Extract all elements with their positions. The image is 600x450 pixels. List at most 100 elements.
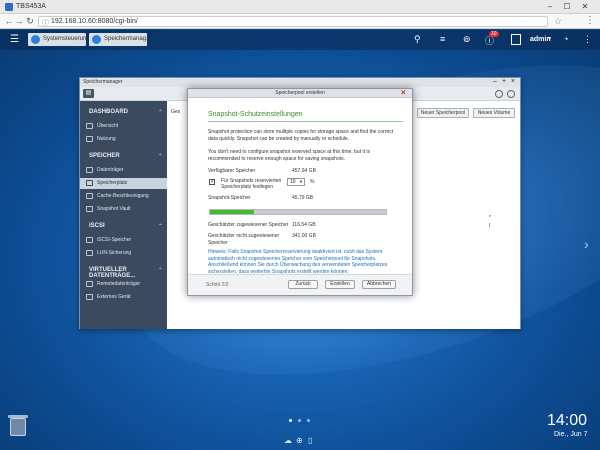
sidebar-heading-virtual-disk[interactable]: VIRTUELLER DATENTRÄGE... xyxy=(89,267,167,279)
sidebar-item-remote-disk[interactable]: Remotedatenträger xyxy=(80,279,167,290)
sidebar-item-overview[interactable]: Übersicht xyxy=(80,121,167,132)
sidebar-item-snapshot-vault[interactable]: Snapshot Vault xyxy=(80,204,167,215)
sidebar-item-label: Externes Gerät xyxy=(97,294,131,300)
more-options-icon[interactable]: ⋮ xyxy=(583,34,592,45)
dialog-title: Speicherpool erstellen xyxy=(275,90,325,96)
chevron-up-icon[interactable]: ⌃ xyxy=(158,153,163,160)
create-storage-pool-dialog: Speicherpool erstellen × Snapshot-Schutz… xyxy=(187,88,413,296)
reserve-percent-select[interactable]: 10 ▼ xyxy=(287,178,305,186)
maximize-button[interactable]: ☐ xyxy=(560,2,574,12)
estimated-allocated-label: Geschätzter zugewiesener Speicher xyxy=(208,222,289,228)
sidebar-heading-storage[interactable]: SPEICHER xyxy=(89,153,120,159)
help-icon[interactable] xyxy=(507,90,515,98)
page-indicator-dot[interactable] xyxy=(289,419,292,422)
back-arrow-icon[interactable]: ← xyxy=(4,16,14,26)
recommendation-text: You don't need to configure snapshot res… xyxy=(208,149,370,162)
sidebar-item-label: Datenträger xyxy=(97,167,124,173)
sidebar-item-label: Nutzung xyxy=(97,136,116,142)
taskbar-app-storage-manager[interactable]: Speichermanag... xyxy=(89,33,151,46)
reserve-snapshot-checkbox[interactable]: ✓ xyxy=(209,179,215,185)
snapshot-vault-icon xyxy=(86,206,93,212)
address-bar[interactable]: ⓘ 192.168.10.60:8080/cgi-bin/ xyxy=(38,16,548,27)
new-volume-button[interactable]: Neues Volume xyxy=(473,108,515,118)
estimated-allocated-value: 116.54 GB xyxy=(292,222,316,228)
browser-titlebar: TBS453A – ☐ ✕ xyxy=(0,0,600,14)
url-text[interactable]: 192.168.10.60:8080/cgi-bin/ xyxy=(51,18,138,25)
new-storage-pool-button[interactable]: Neuer Speicherpool xyxy=(417,108,469,118)
sidebar-item-lun-backup[interactable]: LUN-Sicherung xyxy=(80,248,167,259)
myqnapcloud-icon[interactable]: ⊕ xyxy=(296,436,303,445)
help-book-icon[interactable]: ▯ xyxy=(308,436,312,445)
sidebar-item-disks[interactable]: Datenträger xyxy=(80,165,167,176)
window-close-button[interactable]: ✕ xyxy=(578,2,592,12)
content-mark: I xyxy=(489,223,491,229)
chevron-up-icon[interactable]: ⌃ xyxy=(158,109,163,116)
sidebar-item-label: LUN-Sicherung xyxy=(97,250,132,256)
recycle-bin-icon[interactable] xyxy=(10,418,26,436)
sidebar-item-cache-acceleration[interactable]: Cache-Beschleunigung xyxy=(80,191,167,202)
sidebar-item-label: Cache-Beschleunigung xyxy=(97,193,149,199)
back-button[interactable]: Zurück xyxy=(288,280,318,289)
sidebar-item-external-device[interactable]: Externes Gerät xyxy=(80,292,167,303)
taskbar-app-label: Systemsteuerun... xyxy=(43,36,92,42)
external-devices-icon[interactable]: ⊚ xyxy=(463,34,471,45)
estimated-unallocated-label: Geschätzter nicht zugewiesener Speicher xyxy=(208,233,280,246)
sidebar-heading-dashboard[interactable]: DASHBOARD xyxy=(89,109,128,115)
storage-manager-sidebar: DASHBOARD ⌃ Übersicht Nutzung SPEICHER ⌃… xyxy=(80,101,167,329)
settings-icon[interactable] xyxy=(495,90,503,98)
background-tasks-icon[interactable]: ≡ xyxy=(440,34,445,44)
browser-tab-title[interactable]: TBS453A xyxy=(16,3,46,10)
window-minimize-icon[interactable]: – xyxy=(493,78,497,85)
page-indicator-dot[interactable] xyxy=(307,419,310,422)
clock-time: 14:00 xyxy=(547,412,588,429)
chevron-down-icon[interactable]: ▾ xyxy=(548,35,551,42)
window-maximize-icon[interactable]: + xyxy=(502,78,506,85)
dashboard-icon[interactable]: ◔ xyxy=(563,34,568,44)
search-icon[interactable]: ⚲ xyxy=(414,34,421,45)
minimize-button[interactable]: – xyxy=(543,2,557,12)
dialog-close-icon[interactable]: × xyxy=(401,88,406,97)
heading-divider xyxy=(208,121,403,122)
main-menu-icon[interactable]: ☰ xyxy=(10,34,19,45)
sidebar-item-usage[interactable]: Nutzung xyxy=(80,134,167,145)
sidebar-item-iscsi-storage[interactable]: iSCSI-Speicher xyxy=(80,235,167,246)
sidebar-item-label: Speicherplatz xyxy=(97,180,128,186)
sidebar-heading-iscsi[interactable]: iSCSI xyxy=(89,223,105,229)
user-icon[interactable] xyxy=(511,34,521,45)
dialog-footer: Schritt 2/2 Zurück Erstellen Abbrechen xyxy=(188,274,412,295)
toggle-sidebar-icon[interactable]: ▤ xyxy=(83,89,94,98)
reload-icon[interactable]: ↻ xyxy=(25,16,35,26)
create-button[interactable]: Erstellen xyxy=(325,280,355,289)
percent-unit: % xyxy=(310,179,315,185)
bookmark-star-icon[interactable]: ☆ xyxy=(554,16,562,27)
dialog-titlebar: Speicherpool erstellen × xyxy=(188,88,412,98)
chevron-up-icon[interactable]: ⌃ xyxy=(158,223,163,230)
cloud-icon[interactable]: ☁ xyxy=(284,436,292,445)
content-label: Ges xyxy=(171,109,181,115)
browser-menu-icon[interactable]: ⋮ xyxy=(585,15,595,26)
section-heading: Snapshot-Schutzeinstellungen xyxy=(208,111,303,118)
disk-icon xyxy=(86,167,93,173)
storage-manager-icon xyxy=(92,35,101,44)
browser-toolbar: ← → ↻ ⓘ 192.168.10.60:8080/cgi-bin/ ☆ ⋮ xyxy=(0,14,600,29)
page-info-icon[interactable]: ⓘ xyxy=(42,18,49,28)
available-storage-value: 457.94 GB xyxy=(292,168,316,174)
taskbar-app-control-panel[interactable]: Systemsteuerun... xyxy=(28,33,91,46)
window-close-icon[interactable]: × xyxy=(511,78,515,85)
cancel-button[interactable]: Abbrechen xyxy=(362,280,396,289)
snapshot-reserve-fill xyxy=(210,210,254,214)
sidebar-item-label: Remotedatenträger xyxy=(97,281,141,287)
notification-badge: 10 xyxy=(489,31,499,37)
sidebar-item-storage-space[interactable]: Speicherplatz xyxy=(80,178,167,189)
forward-arrow-icon[interactable]: → xyxy=(14,16,24,26)
taskbar-app-label: Speichermanag... xyxy=(104,36,152,42)
control-panel-icon xyxy=(31,35,40,44)
chevron-right-icon[interactable]: › xyxy=(584,236,589,252)
snapshot-hint-text: Hinweis: Falls Snapshot-Speicherreservie… xyxy=(208,249,388,275)
page-indicator-dot[interactable] xyxy=(298,419,301,422)
chevron-up-icon[interactable]: ⌃ xyxy=(158,267,163,274)
estimated-unallocated-value: 341.00 GB xyxy=(292,233,316,239)
snapshot-reserve-slider[interactable] xyxy=(209,209,387,215)
lun-backup-icon xyxy=(86,250,93,256)
sidebar-item-label: Snapshot Vault xyxy=(97,206,131,212)
